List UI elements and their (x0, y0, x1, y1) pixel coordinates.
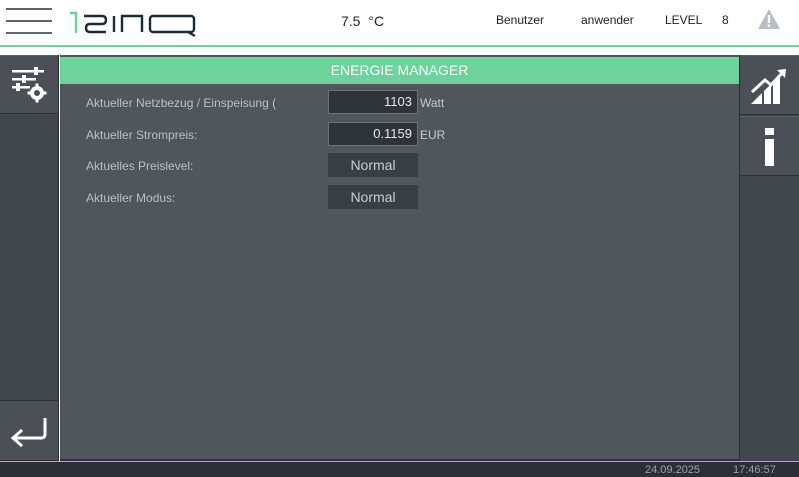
temperature-unit: °C (368, 13, 385, 29)
energy-manager-panel: ENERGIE MANAGER Aktueller Netzbezug / Ei… (60, 55, 739, 461)
temperature-display: 7.5 °C (341, 13, 384, 29)
level-label: LEVEL (665, 13, 703, 27)
price-level-value: Normal (328, 153, 418, 177)
chart-trend-icon (750, 69, 786, 104)
mode-value: Normal (328, 185, 418, 209)
hamburger-icon-line (6, 20, 52, 22)
info-button[interactable] (740, 116, 799, 176)
grid-power-label: Aktueller Netzbezug / Einspeisung ( (86, 96, 277, 110)
user-name[interactable]: anwender (581, 13, 634, 27)
grid-power-unit: Watt (420, 96, 445, 110)
level-value: 8 (722, 13, 729, 27)
top-header: 7.5 °C Benutzer anwender LEVEL 8 (0, 0, 799, 45)
user-label: Benutzer (496, 13, 545, 27)
electricity-price-value: 0.1159 (328, 122, 418, 146)
mode-label: Aktueller Modus: (86, 191, 176, 205)
menu-button[interactable] (6, 6, 52, 38)
header-gap (0, 47, 799, 55)
status-bar: 24.09.2025 17:46:57 (0, 461, 799, 477)
price-level-label: Aktuelles Preislevel: (86, 159, 194, 173)
right-sidebar (739, 55, 799, 461)
hamburger-icon-line (6, 32, 52, 34)
electricity-price-unit: EUR (420, 128, 446, 142)
status-date: 24.09.2025 (645, 464, 701, 476)
left-sidebar (0, 55, 59, 461)
hamburger-icon (6, 8, 52, 10)
temperature-value: 7.5 (341, 13, 361, 29)
grid-power-value: 1103 (328, 90, 418, 114)
electricity-price-label: Aktueller Strompreis: (86, 128, 198, 142)
panel-title: ENERGIE MANAGER (60, 57, 739, 84)
info-icon (765, 128, 774, 166)
back-arrow-icon (10, 418, 47, 448)
chart-button[interactable] (740, 55, 799, 115)
back-button[interactable] (0, 400, 58, 461)
isinq-logo (70, 11, 196, 38)
warning-icon[interactable] (757, 8, 781, 30)
settings-sliders-icon (12, 67, 47, 103)
status-time: 17:46:57 (733, 464, 776, 476)
settings-button[interactable] (0, 55, 58, 114)
